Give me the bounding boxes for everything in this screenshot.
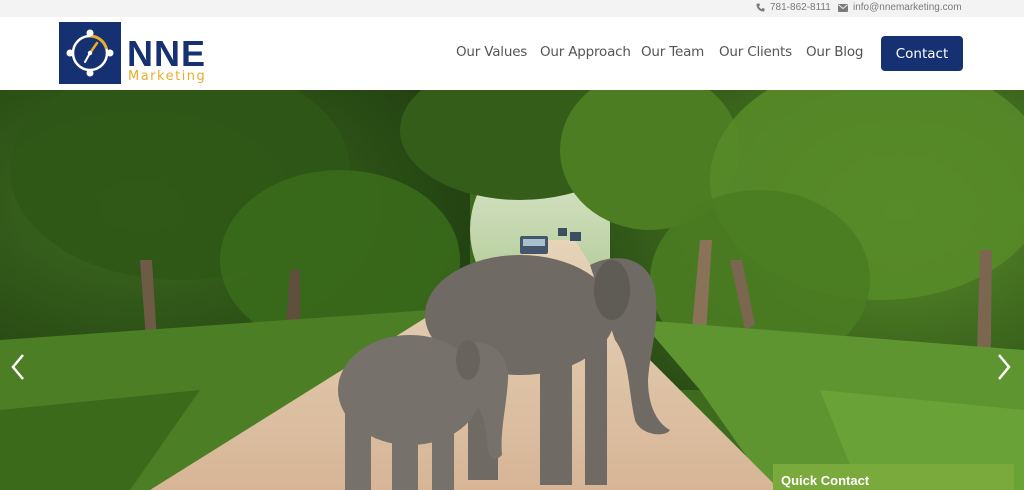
- nav-our-values[interactable]: Our Values: [456, 44, 527, 60]
- phone-link[interactable]: 781-862-8111: [756, 2, 831, 13]
- nav-our-clients[interactable]: Our Clients: [719, 44, 792, 60]
- envelope-icon: [838, 3, 848, 12]
- nav-our-team[interactable]: Our Team: [641, 44, 704, 60]
- site-header: NNE Marketing Our Values Our Approach Ou…: [0, 17, 1024, 90]
- hero-slider: Quick Contact: [0, 90, 1024, 490]
- chevron-left-icon[interactable]: [8, 352, 28, 382]
- top-contact-bar: 781-862-8111 info@nnemarketing.com: [0, 0, 1024, 17]
- hero-image: [0, 90, 1024, 490]
- email-address: info@nnemarketing.com: [853, 2, 962, 13]
- nav-our-blog[interactable]: Our Blog: [806, 44, 863, 60]
- main-nav: Our Values Our Approach Our Team Our Cli…: [0, 17, 1024, 90]
- quick-contact-label: Quick Contact: [781, 473, 870, 488]
- quick-contact-button[interactable]: Quick Contact: [773, 464, 1014, 490]
- chevron-right-icon[interactable]: [994, 352, 1014, 382]
- email-link[interactable]: info@nnemarketing.com: [838, 2, 962, 13]
- phone-icon: [756, 3, 765, 12]
- phone-number: 781-862-8111: [770, 2, 831, 13]
- contact-button[interactable]: Contact: [881, 36, 963, 71]
- nav-our-approach[interactable]: Our Approach: [540, 44, 631, 60]
